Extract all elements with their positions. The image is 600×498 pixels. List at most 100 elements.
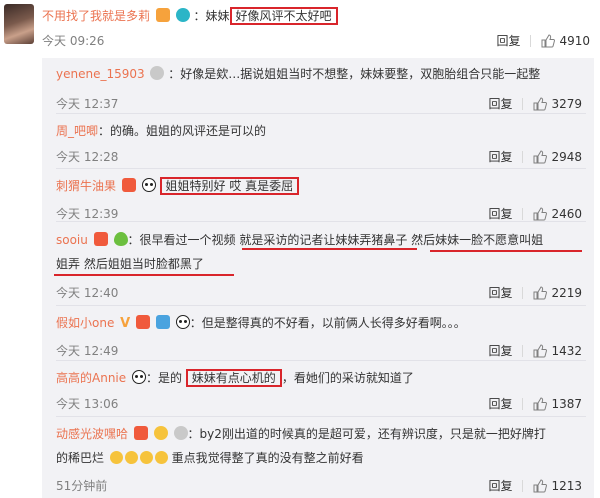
panda-icon <box>131 370 146 384</box>
fan-icon <box>133 426 148 440</box>
panda-icon <box>175 315 190 329</box>
divider <box>56 113 586 114</box>
comment-body: ：的确。姐姐的风评还是可以的 <box>98 124 267 138</box>
melon-icon <box>113 232 128 246</box>
highlight-box: 好像风评不太好吧 <box>229 7 338 25</box>
like-count: 2948 <box>551 150 582 164</box>
like-count: 2219 <box>551 286 582 300</box>
divider <box>56 168 586 169</box>
comment-line-1: ：很早看过一个视频 就是采访的记者让妹妹弄猪鼻子 然后妹妹一脸不愿意叫姐 <box>127 233 544 247</box>
highlight-box: 姐姐特别好 哎 真是委屈 <box>159 177 300 195</box>
divider <box>56 305 586 306</box>
reply-button[interactable]: 回复 <box>488 397 512 411</box>
divider <box>522 98 524 110</box>
comment-line-2: 的稀巴烂 重点我觉得整了真的没有整之前好看 <box>56 446 364 470</box>
username[interactable]: sooiu <box>56 233 88 247</box>
avatar[interactable] <box>4 4 34 44</box>
comment-text: 周_吧唧：的确。姐姐的风评还是可以的 <box>56 119 266 143</box>
timestamp: 今天 12:28 <box>56 150 119 164</box>
reply-button[interactable]: 回复 <box>488 207 512 221</box>
comment-line-2: 姐弄 然后姐姐当时脸都黑了 <box>56 257 204 271</box>
username[interactable]: 动感光波嘿哈 <box>56 427 128 441</box>
underline <box>242 248 417 250</box>
comment-text: yenene_15903 ：好像是欸…据说姐姐当时不想整，妹妹要整，双胞胎组合只… <box>56 62 540 86</box>
like-count: 1387 <box>551 397 582 411</box>
username[interactable]: 高高的Annie <box>56 371 126 385</box>
divider <box>530 35 532 47</box>
smile-icon <box>153 426 168 440</box>
divider <box>522 151 524 163</box>
timestamp: 51分钟前 <box>56 479 108 493</box>
main-comment: 不用找了我就是多莉 ：妹妹 好像风评不太好吧 今天 09:26 回复 4910 <box>0 0 600 54</box>
divider <box>56 416 586 417</box>
fan-icon <box>93 232 108 246</box>
comment-text: 动感光波嘿哈 ：by2刚出道的时候真的是超可爱，还有辨识度，只是就一把好牌打 <box>56 422 546 446</box>
username[interactable]: 周_吧唧 <box>56 124 98 138</box>
timestamp: 今天 13:06 <box>56 397 119 411</box>
shield-icon <box>155 315 170 329</box>
timestamp: 今天 12:37 <box>56 97 119 111</box>
like-icon[interactable] <box>533 344 548 361</box>
level-icon <box>173 426 188 440</box>
comment-actions: 回复 1213 <box>488 477 582 496</box>
fan-icon <box>136 315 151 329</box>
comment-prefix: 妹妹 <box>205 9 230 23</box>
vip-icon <box>155 8 170 22</box>
comment-actions: 回复 3279 <box>488 95 582 114</box>
reply-button[interactable]: 回复 <box>496 34 520 48</box>
like-count: 1213 <box>551 479 582 493</box>
reply-button[interactable]: 回复 <box>488 344 512 358</box>
fan-icon <box>121 178 136 192</box>
comment-actions: 回复 2219 <box>488 284 582 303</box>
panda-icon <box>141 178 156 192</box>
comment-actions: 回复 4910 <box>496 32 590 51</box>
like-icon[interactable] <box>533 479 548 496</box>
username[interactable]: 刺猬牛油果 <box>56 179 116 193</box>
comment-text: 假如小one V ：但是整得真的不好看，以前俩人长得多好看啊。。。 <box>56 311 466 336</box>
comment-actions: 回复 1432 <box>488 342 582 361</box>
reply-button[interactable]: 回复 <box>488 97 512 111</box>
divider <box>522 480 524 492</box>
like-count: 2460 <box>551 207 582 221</box>
comment-body-post: ，看她们的采访就知道了 <box>281 371 414 385</box>
level-icon <box>150 66 165 80</box>
comment-actions: 回复 2948 <box>488 148 582 167</box>
like-count: 4910 <box>559 34 590 48</box>
like-count: 1432 <box>551 344 582 358</box>
camera-icon <box>175 8 190 22</box>
highlight-box: 妹妹有点心机的 <box>185 369 282 387</box>
reply-list: yenene_15903 ：好像是欸…据说姐姐当时不想整，妹妹要整，双胞胎组合只… <box>42 58 594 498</box>
username[interactable]: yenene_15903 <box>56 67 145 81</box>
username[interactable]: 假如小one <box>56 316 114 330</box>
like-icon[interactable] <box>533 97 548 114</box>
timestamp: 今天 09:26 <box>42 34 105 48</box>
divider <box>56 221 586 222</box>
laugh-cry-icon <box>109 451 123 464</box>
comment-actions: 回复 1387 <box>488 395 582 414</box>
like-icon[interactable] <box>541 34 556 51</box>
username[interactable]: 不用找了我就是多莉 <box>42 9 150 23</box>
laugh-cry-icon <box>124 451 138 464</box>
underline <box>54 274 234 276</box>
like-count: 3279 <box>551 97 582 111</box>
comment-line-2a: 的稀巴烂 <box>56 451 105 465</box>
comment-body: ：但是整得真的不好看，以前俩人长得多好看啊。。。 <box>189 316 466 330</box>
laugh-cry-icon <box>139 451 153 464</box>
divider <box>522 398 524 410</box>
comment-line-1: ：by2刚出道的时候真的是超可爱，还有辨识度，只是就一把好牌打 <box>187 427 546 441</box>
divider <box>522 208 524 220</box>
comment-line-2b: 重点我觉得整了真的没有整之前好看 <box>171 451 364 465</box>
comment-text: 高高的Annie ：是的 妹妹有点心机的 ，看她们的采访就知道了 <box>56 366 414 390</box>
underline <box>430 250 582 252</box>
timestamp: 今天 12:40 <box>56 286 119 300</box>
comment-body-pre: ：是的 <box>145 371 186 385</box>
like-icon[interactable] <box>533 397 548 414</box>
timestamp: 今天 12:39 <box>56 207 119 221</box>
like-icon[interactable] <box>533 286 548 303</box>
comment-body: ：好像是欸…据说姐姐当时不想整，妹妹要整，双胞胎组合只能一起整 <box>168 67 541 81</box>
timestamp: 今天 12:49 <box>56 344 119 358</box>
reply-button[interactable]: 回复 <box>488 286 512 300</box>
like-icon[interactable] <box>533 150 548 167</box>
reply-button[interactable]: 回复 <box>488 479 512 493</box>
reply-button[interactable]: 回复 <box>488 150 512 164</box>
